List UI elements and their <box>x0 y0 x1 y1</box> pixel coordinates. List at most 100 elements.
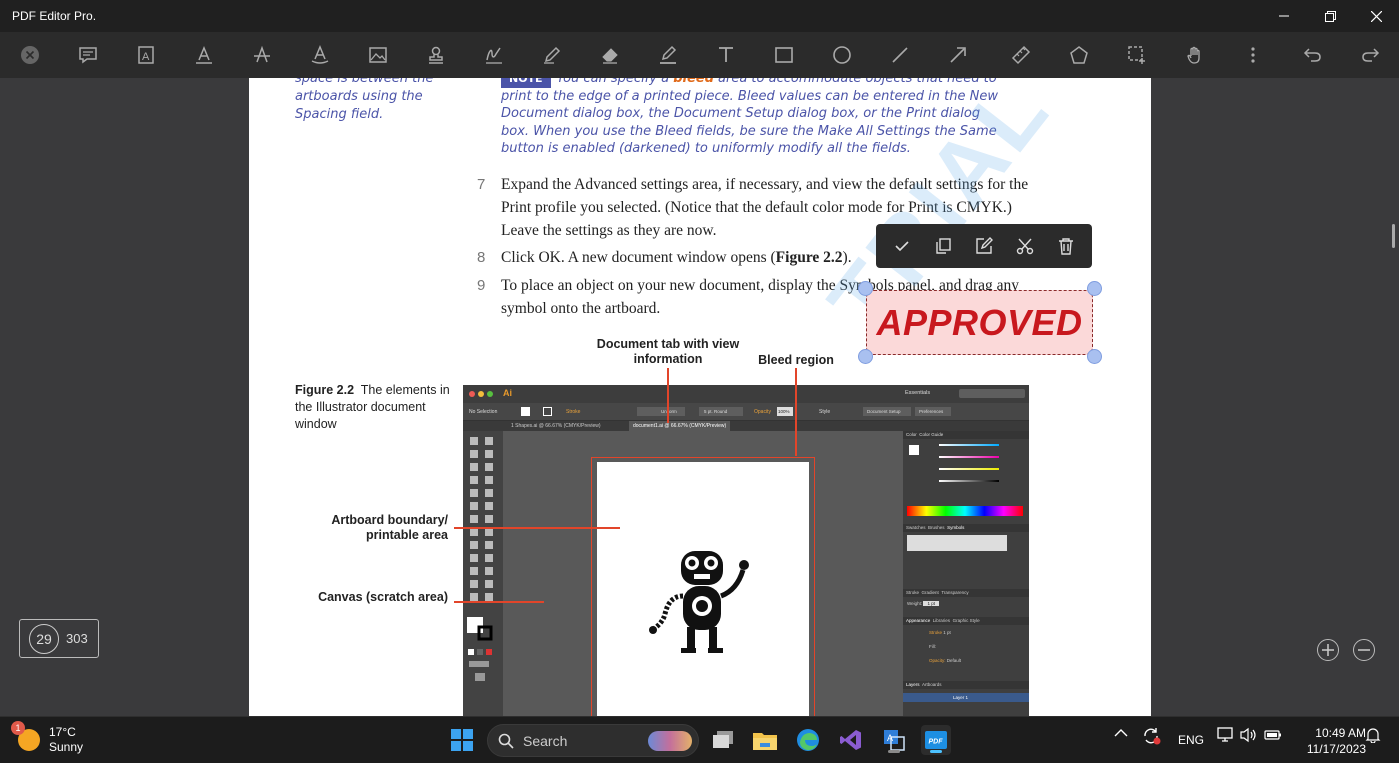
ai-slider-k <box>939 480 999 482</box>
volume-control[interactable] <box>1240 727 1258 746</box>
resize-handle-top-right[interactable] <box>1087 281 1102 296</box>
visual-studio-icon <box>840 730 861 750</box>
ai-slider-c <box>939 444 999 446</box>
ai-panel-symbols: Symbols <box>947 525 965 530</box>
undo-button[interactable] <box>1297 39 1329 71</box>
ai-weight-label: Weight: <box>907 601 923 606</box>
minus-icon <box>1358 649 1370 651</box>
network-icon <box>1217 727 1233 742</box>
ai-tools-panel <box>463 431 503 716</box>
network-status[interactable] <box>1217 727 1235 746</box>
redo-button[interactable] <box>1354 39 1386 71</box>
resize-handle-top-left[interactable] <box>858 281 873 296</box>
start-button[interactable] <box>447 725 477 755</box>
ai-appearance-stroke: Stroke 1 pt <box>929 630 951 635</box>
app-title: PDF Editor Pro. <box>12 9 97 23</box>
ellipse-tool[interactable] <box>826 39 858 71</box>
area-select-tool[interactable] <box>1121 39 1153 71</box>
restore-button[interactable] <box>1307 0 1353 32</box>
mac-min-dot <box>478 391 484 397</box>
visual-studio-button[interactable] <box>836 725 866 755</box>
delete-icon <box>1058 238 1073 255</box>
ai-app-opacity-value: Default <box>946 658 962 663</box>
pdf-page[interactable]: space is between the artboards using the… <box>249 78 1151 716</box>
page-indicator[interactable]: 29 303 <box>19 619 99 658</box>
folder-icon <box>753 733 777 750</box>
weather-widget[interactable]: 1 17°C Sunny <box>11 721 83 755</box>
line-icon <box>892 47 908 63</box>
sync-status[interactable] <box>1142 727 1162 748</box>
area-select-icon <box>1128 46 1145 64</box>
text-highlight-tool[interactable] <box>304 39 336 71</box>
ai-spectrum <box>907 506 1023 516</box>
delete-button[interactable] <box>1051 231 1081 261</box>
vertical-scrollbar[interactable] <box>1392 224 1395 248</box>
image-icon <box>369 47 387 63</box>
callout-line-bleed <box>795 368 797 456</box>
callout-artboard: Artboard boundary/ printable area <box>331 513 448 542</box>
task-view-button[interactable] <box>708 725 738 755</box>
hand-tool[interactable] <box>1179 39 1211 71</box>
translator-button[interactable]: A <box>879 725 909 755</box>
measure-tool[interactable] <box>1005 39 1037 71</box>
arrow-tool[interactable] <box>942 39 974 71</box>
notification-center[interactable] <box>1365 727 1381 746</box>
minimize-button[interactable] <box>1261 0 1307 32</box>
weather-text: 17°C Sunny <box>49 725 83 755</box>
document-viewport[interactable]: space is between the artboards using the… <box>0 78 1399 716</box>
eraser-tool[interactable] <box>594 39 626 71</box>
clock[interactable]: 10:49 AM 11/17/2023 <box>1290 725 1366 757</box>
file-explorer-button[interactable] <box>750 725 780 755</box>
text-tool[interactable] <box>710 39 742 71</box>
annotation-toolbar: A <box>0 32 1399 78</box>
resize-handle-bottom-right[interactable] <box>1087 349 1102 364</box>
illustrator-screenshot: Ai Essentials No Selection Stroke Unifor… <box>463 385 1029 716</box>
edit-button[interactable] <box>969 231 999 261</box>
more-options-button[interactable] <box>1237 39 1269 71</box>
zoom-in-button[interactable] <box>1317 639 1339 661</box>
show-hidden-icons[interactable] <box>1114 727 1128 741</box>
confirm-button[interactable] <box>887 231 917 261</box>
zoom-out-button[interactable] <box>1353 639 1375 661</box>
underline-tool[interactable] <box>188 39 220 71</box>
weather-desc: Sunny <box>49 740 84 754</box>
battery-status[interactable] <box>1264 727 1282 746</box>
comment-tool[interactable] <box>72 39 104 71</box>
taskbar-search[interactable]: Search <box>487 724 699 757</box>
pdf-app-icon: PDF <box>925 731 947 749</box>
highlighter-icon <box>660 45 677 64</box>
pdf-editor-button[interactable]: PDF <box>921 725 951 755</box>
line-tool[interactable] <box>884 39 916 71</box>
close-icon <box>1370 10 1382 22</box>
ai-uniform: Uniform <box>637 407 685 416</box>
rectangle-tool[interactable] <box>768 39 800 71</box>
ai-right-panels: Color Color Guide Swatches Brushes Symbo… <box>903 431 1029 716</box>
stamp-tool[interactable] <box>420 39 452 71</box>
polygon-tool[interactable] <box>1063 39 1095 71</box>
windows-logo-icon <box>451 729 473 751</box>
image-tool[interactable] <box>362 39 394 71</box>
text-box-tool[interactable]: A <box>130 39 162 71</box>
ai-panel-brushes: Brushes <box>928 525 945 530</box>
approved-stamp[interactable]: APPROVED <box>866 290 1093 355</box>
hand-icon <box>1187 46 1200 64</box>
ai-app-stroke-label: Stroke <box>929 630 943 635</box>
mac-close-dot <box>469 391 475 397</box>
edge-button[interactable] <box>793 725 823 755</box>
clock-time: 10:49 AM <box>1315 726 1366 740</box>
signature-icon <box>486 47 502 64</box>
figure-caption: Figure 2.2 The elements in the Illustrat… <box>295 382 455 433</box>
ai-panel-gradient: Gradient <box>921 590 939 595</box>
duplicate-button[interactable] <box>928 231 958 261</box>
pen-tool[interactable] <box>536 39 568 71</box>
text-highlight-icon <box>311 45 329 64</box>
close-window-button[interactable] <box>1353 0 1399 32</box>
highlighter-tool[interactable] <box>652 39 684 71</box>
strikethrough-tool[interactable] <box>246 39 278 71</box>
close-edit-button[interactable] <box>14 39 46 71</box>
language-indicator[interactable]: ENG <box>1178 733 1204 747</box>
edit-icon <box>976 237 993 254</box>
resize-handle-bottom-left[interactable] <box>858 349 873 364</box>
signature-tool[interactable] <box>478 39 510 71</box>
cut-button[interactable] <box>1010 231 1040 261</box>
